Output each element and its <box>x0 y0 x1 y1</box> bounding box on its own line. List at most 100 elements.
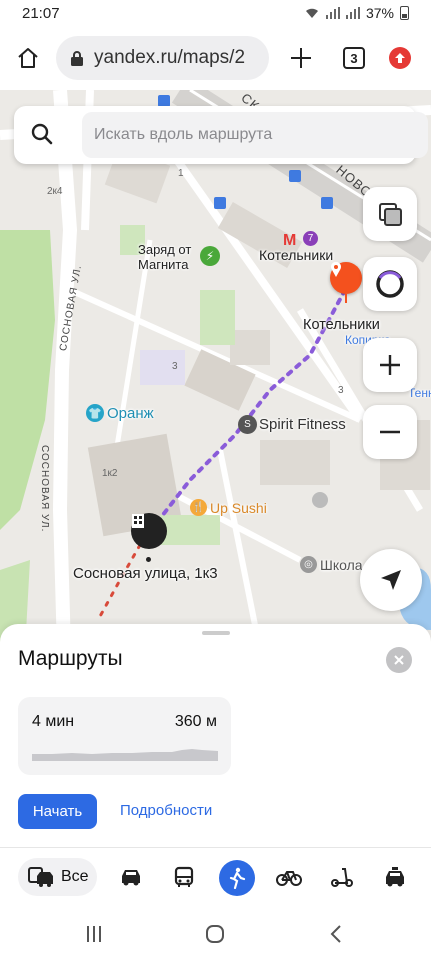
start-button[interactable]: Начать <box>18 794 97 829</box>
scooter-icon <box>331 868 353 887</box>
metro-line-badge: 7 <box>303 231 318 246</box>
destination-label: Котельники <box>303 317 380 333</box>
transport-modes: Все <box>0 858 431 898</box>
poi-sushi-label: Up Sushi <box>210 499 267 516</box>
taxi-icon <box>386 867 404 887</box>
alice-button[interactable] <box>363 257 417 311</box>
poi-charging-label: Заряд от Магнита <box>138 242 192 272</box>
elevation-profile <box>32 749 218 761</box>
close-icon <box>394 655 404 665</box>
route-time: 4 мин <box>32 713 75 730</box>
house-number: 3 <box>338 385 344 396</box>
layers-icon <box>379 203 402 226</box>
system-nav-bar <box>0 908 431 960</box>
car-icon <box>122 870 140 886</box>
bus-stop-icon <box>214 197 226 209</box>
battery-percent: 37% <box>365 5 394 21</box>
tabs-button[interactable]: 3 <box>343 47 365 69</box>
navigate-icon <box>381 570 401 590</box>
mode-walk-button[interactable] <box>219 860 255 896</box>
building-icon <box>132 514 144 528</box>
browser-toolbar: yandex.ru/maps/2 3 <box>0 26 431 90</box>
origin-dot <box>146 557 151 562</box>
tab-count: 3 <box>350 50 358 66</box>
zoom-in-button[interactable] <box>363 338 417 392</box>
details-link[interactable]: Подробности <box>120 802 212 819</box>
home-circle-icon <box>206 925 224 943</box>
back-button[interactable] <box>316 920 356 948</box>
update-icon <box>395 53 405 63</box>
alice-icon <box>376 270 404 298</box>
route-card[interactable]: 4 мин 360 м <box>18 697 231 775</box>
wifi-icon <box>305 8 318 18</box>
mode-all-button[interactable]: Все <box>18 858 97 896</box>
status-bar: 21:07 37% <box>0 0 431 26</box>
bus-stop-icon <box>321 197 333 209</box>
divider <box>0 847 431 848</box>
mode-car-button[interactable] <box>113 858 149 896</box>
update-button[interactable] <box>389 47 411 69</box>
house-number: 1 <box>178 168 184 179</box>
poi-school[interactable]: ◎ Школа <box>300 556 363 573</box>
poi-orange-label: Оранж <box>107 404 154 422</box>
search-icon[interactable] <box>30 122 54 151</box>
new-tab-button[interactable] <box>283 38 319 78</box>
house-number: 1к2 <box>102 468 118 479</box>
fitness-icon: S <box>238 415 257 434</box>
route-search-bar: Искать вдоль маршрута <box>14 106 428 164</box>
bus-icon <box>174 866 194 887</box>
mode-scooter-button[interactable] <box>324 858 360 896</box>
house-number: 2к4 <box>47 186 63 197</box>
sheet-grabber[interactable] <box>202 631 230 635</box>
destination-pin[interactable] <box>330 262 362 294</box>
poi-sushi[interactable]: 🍴 Up Sushi <box>190 499 267 516</box>
shirt-icon: 👕 <box>86 404 104 422</box>
street-label-2: СОСНОВАЯ УЛ. <box>39 445 50 533</box>
back-icon <box>330 925 341 943</box>
layers-button[interactable] <box>363 187 417 241</box>
recents-icon <box>87 926 101 942</box>
origin-marker[interactable] <box>131 513 167 549</box>
sheet-title: Маршруты <box>18 647 123 670</box>
mode-taxi-button[interactable] <box>377 858 413 896</box>
mode-all-label: Все <box>61 868 89 885</box>
lock-icon <box>70 50 84 67</box>
recents-button[interactable] <box>74 920 114 948</box>
mode-bike-button[interactable] <box>271 858 307 896</box>
poi-orange[interactable]: 👕 Оранж <box>86 404 154 422</box>
plus-icon <box>291 48 311 68</box>
bike-icon <box>276 871 302 886</box>
poi-charging[interactable]: Заряд от Магнита ⚡ <box>138 242 220 272</box>
route-search-input[interactable]: Искать вдоль маршрута <box>82 112 428 158</box>
poi-fitness[interactable]: S Spirit Fitness <box>238 415 346 434</box>
signal-icon <box>325 7 340 19</box>
signal-2-icon <box>345 7 360 19</box>
status-time: 21:07 <box>22 4 60 22</box>
zoom-in-icon <box>380 355 400 375</box>
url-bar[interactable]: yandex.ru/maps/2 <box>56 36 269 80</box>
my-location-button[interactable] <box>360 549 422 611</box>
battery-icon <box>400 6 409 20</box>
poi-school-label: Школа <box>320 556 363 573</box>
walk-icon <box>229 867 246 889</box>
home-system-button[interactable] <box>195 920 235 948</box>
mode-bus-button[interactable] <box>166 858 202 896</box>
metro-station-label[interactable]: Котельники <box>259 247 333 263</box>
poi-fitness-label: Spirit Fitness <box>259 416 346 433</box>
house-number: 3 <box>172 361 178 372</box>
food-icon: 🍴 <box>190 499 207 516</box>
close-button[interactable] <box>386 647 412 673</box>
car-bus-icon <box>28 867 53 887</box>
zoom-out-button[interactable] <box>363 405 417 459</box>
home-button[interactable] <box>0 26 56 90</box>
origin-label: Сосновая улица, 1к3 <box>73 565 218 582</box>
school-icon: ◎ <box>300 556 317 573</box>
route-distance: 360 м <box>174 713 217 730</box>
zoom-out-icon <box>380 430 400 434</box>
bus-stop-icon <box>289 170 301 182</box>
pin-icon <box>331 262 341 277</box>
url-text: yandex.ru/maps/2 <box>94 47 246 68</box>
lightning-icon: ⚡ <box>200 246 220 266</box>
home-icon <box>18 48 38 68</box>
destination-pin-tail <box>345 294 347 303</box>
